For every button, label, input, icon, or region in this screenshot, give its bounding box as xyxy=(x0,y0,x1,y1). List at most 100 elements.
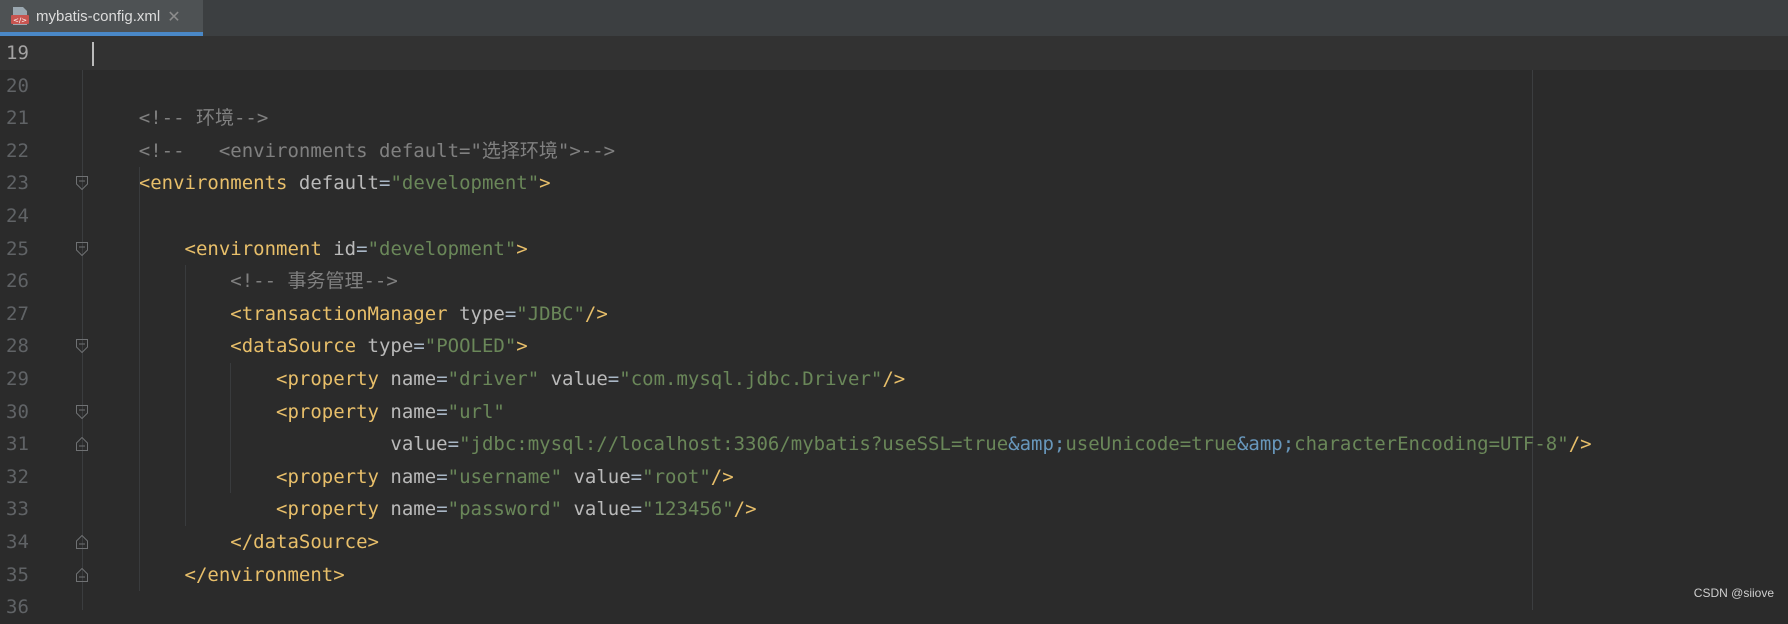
xml-file-icon: </> xyxy=(10,6,30,26)
code-token: &amp; xyxy=(1237,433,1294,455)
code-token: = xyxy=(436,466,447,488)
line-number: 31 xyxy=(6,428,46,461)
code-token: /> xyxy=(711,466,734,488)
code-token: < xyxy=(93,401,287,423)
code-token: = xyxy=(505,303,516,325)
code-token: = xyxy=(436,401,447,423)
code-token: < xyxy=(93,466,287,488)
code-text: <!-- <environments default="选择环境">--> xyxy=(93,135,615,168)
code-line[interactable]: 22 <!-- <environments default="选择环境">--> xyxy=(0,135,1788,168)
code-token: value xyxy=(93,433,448,455)
code-token: property xyxy=(287,498,379,520)
code-text: <environment id="development"> xyxy=(93,233,528,266)
code-token: default xyxy=(287,172,379,194)
code-token: name xyxy=(379,401,436,423)
code-token: > xyxy=(539,172,550,194)
code-line[interactable]: 35 </environment> xyxy=(0,559,1788,592)
code-token: "development" xyxy=(390,172,539,194)
code-token: dataSource xyxy=(253,531,367,553)
line-number: 33 xyxy=(6,493,46,526)
code-line[interactable]: 29 <property name="driver" value="com.my… xyxy=(0,363,1788,396)
code-text: <!-- 环境--> xyxy=(93,102,268,135)
code-editor[interactable]: 192021 <!-- 环境-->22 <!-- <environments d… xyxy=(0,37,1788,610)
code-line[interactable]: 34 </dataSource> xyxy=(0,526,1788,559)
code-token: name xyxy=(379,466,436,488)
code-line[interactable]: 31 value="jdbc:mysql://localhost:3306/my… xyxy=(0,428,1788,461)
code-line[interactable]: 19 xyxy=(0,37,1788,70)
code-token: characterEncoding=UTF-8" xyxy=(1294,433,1569,455)
fold-open-icon[interactable] xyxy=(76,176,88,190)
line-number: 30 xyxy=(6,396,46,429)
line-number: 26 xyxy=(6,265,46,298)
code-line[interactable]: 26 <!-- 事务管理--> xyxy=(0,265,1788,298)
code-token: /> xyxy=(882,368,905,390)
code-line[interactable]: 36 xyxy=(0,591,1788,624)
code-token: = xyxy=(379,172,390,194)
line-number: 29 xyxy=(6,363,46,396)
line-number: 22 xyxy=(6,135,46,168)
code-line[interactable]: 20 xyxy=(0,70,1788,103)
line-number: 24 xyxy=(6,200,46,233)
code-token: = xyxy=(356,238,367,260)
line-number: 35 xyxy=(6,559,46,592)
code-token: /> xyxy=(1569,433,1592,455)
code-token: environment xyxy=(207,564,333,586)
code-token: "JDBC" xyxy=(516,303,585,325)
code-text: <property name="url" xyxy=(93,396,505,429)
code-token: = xyxy=(631,498,642,520)
line-number: 32 xyxy=(6,461,46,494)
code-line[interactable]: 21 <!-- 环境--> xyxy=(0,102,1788,135)
code-text: <property name="password" value="123456"… xyxy=(93,493,757,526)
close-icon[interactable]: ✕ xyxy=(167,7,180,26)
code-token: &amp; xyxy=(1008,433,1065,455)
code-line[interactable]: 33 <property name="password" value="1234… xyxy=(0,493,1788,526)
line-number: 20 xyxy=(6,70,46,103)
code-token: < xyxy=(93,303,242,325)
code-text: <dataSource type="POOLED"> xyxy=(93,330,528,363)
code-line[interactable]: 32 <property name="username" value="root… xyxy=(0,461,1788,494)
code-line[interactable]: 25 <environment id="development"> xyxy=(0,233,1788,266)
code-token: "root" xyxy=(642,466,711,488)
fold-close-icon[interactable] xyxy=(76,568,88,582)
code-token: = xyxy=(608,368,619,390)
fold-close-icon[interactable] xyxy=(76,535,88,549)
text-caret xyxy=(92,42,94,66)
indent-guide xyxy=(230,363,231,493)
line-number: 21 xyxy=(6,102,46,135)
code-token: "development" xyxy=(368,238,517,260)
code-token: "url" xyxy=(448,401,505,423)
code-token: property xyxy=(287,401,379,423)
line-number: 28 xyxy=(6,330,46,363)
fold-close-icon[interactable] xyxy=(76,437,88,451)
code-token: id xyxy=(322,238,356,260)
code-token: "POOLED" xyxy=(425,335,517,357)
fold-open-icon[interactable] xyxy=(76,242,88,256)
code-token: = xyxy=(631,466,642,488)
code-token: < xyxy=(93,238,196,260)
fold-open-icon[interactable] xyxy=(76,339,88,353)
tab-mybatis-config[interactable]: </> mybatis-config.xml ✕ xyxy=(0,0,203,36)
code-text: <environments default="development"> xyxy=(93,167,551,200)
code-token: = xyxy=(413,335,424,357)
code-line[interactable]: 24 xyxy=(0,200,1788,233)
code-token: "com.mysql.jdbc.Driver" xyxy=(619,368,882,390)
tab-title: mybatis-config.xml xyxy=(36,8,160,25)
code-line[interactable]: 23 <environments default="development"> xyxy=(0,167,1788,200)
code-token: > xyxy=(516,335,527,357)
code-token: name xyxy=(379,498,436,520)
code-line[interactable]: 30 <property name="url" xyxy=(0,396,1788,429)
code-token: "username" xyxy=(448,466,562,488)
line-number: 34 xyxy=(6,526,46,559)
fold-open-icon[interactable] xyxy=(76,405,88,419)
code-token: value xyxy=(562,498,631,520)
code-token: = xyxy=(448,433,459,455)
svg-text:</>: </> xyxy=(13,17,27,25)
code-line[interactable]: 27 <transactionManager type="JDBC"/> xyxy=(0,298,1788,331)
watermark: CSDN @siiove xyxy=(1694,586,1774,600)
line-number: 36 xyxy=(6,591,46,624)
editor-tab-bar: </> mybatis-config.xml ✕ xyxy=(0,0,1788,37)
code-line[interactable]: 28 <dataSource type="POOLED"> xyxy=(0,330,1788,363)
code-text: <property name="username" value="root"/> xyxy=(93,461,734,494)
code-token: environment xyxy=(196,238,322,260)
code-token: < xyxy=(93,368,287,390)
